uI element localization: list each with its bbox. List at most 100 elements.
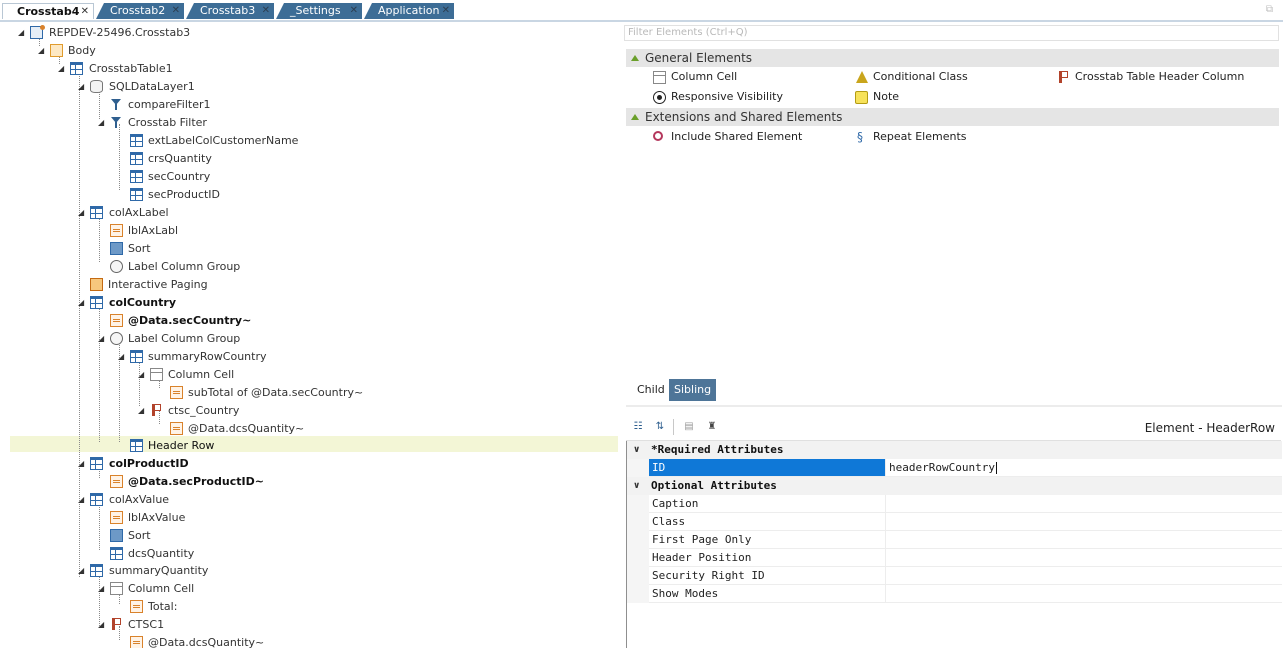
table-column-icon <box>130 188 143 201</box>
toolbox-item-label: Responsive Visibility <box>671 90 783 103</box>
property-value: headerRowCountry <box>889 461 995 474</box>
property-name: Header Position <box>649 549 885 567</box>
property-name: First Page Only <box>649 531 885 549</box>
tab-sibling[interactable]: Sibling <box>669 379 717 401</box>
section-label: Optional Attributes <box>651 479 777 492</box>
include-shared-icon <box>653 131 663 141</box>
property-value-input[interactable] <box>885 531 1282 549</box>
note-icon <box>855 91 868 104</box>
tree-node-label: summaryQuantity <box>109 564 209 577</box>
tree-node-label: dcsQuantity <box>128 547 195 560</box>
property-value-input[interactable] <box>885 567 1282 585</box>
tab-crosstab2[interactable]: Crosstab2 ✕ <box>96 3 184 19</box>
toolbox-item-label: Note <box>873 90 900 103</box>
label-icon <box>130 600 143 613</box>
tree-node-label: Label Column Group <box>128 332 241 345</box>
tab-crosstab3[interactable]: Crosstab3 ✕ <box>186 3 274 19</box>
collapse-arrow-icon[interactable]: ◢ <box>78 455 88 472</box>
toolbox-item-label: Crosstab Table Header Column <box>1075 70 1245 83</box>
conditional-class-icon <box>855 71 868 84</box>
group-icon <box>110 260 123 273</box>
collapse-arrow-icon[interactable]: ◢ <box>78 78 88 95</box>
table-column-icon <box>130 134 143 147</box>
property-row-first-page-only[interactable]: First Page Only <box>627 531 1282 549</box>
collapse-arrow-icon[interactable]: ◢ <box>78 491 88 508</box>
property-row-caption[interactable]: Caption <box>627 495 1282 513</box>
tree-node-label: extLabelColCustomerName <box>148 134 299 147</box>
tree-node-label: CTSC1 <box>128 618 165 631</box>
property-value-input[interactable] <box>885 549 1282 567</box>
column-cell-icon <box>150 368 163 381</box>
tab-application[interactable]: Application ✕ <box>364 3 454 19</box>
property-value-input[interactable]: headerRowCountry <box>885 459 1282 477</box>
tree-node-label: Sort <box>128 529 151 542</box>
window-restore-icon[interactable]: ⧉ <box>1266 4 1273 15</box>
tree-node-label: compareFilter1 <box>128 98 211 111</box>
table-icon <box>130 439 143 452</box>
collapse-arrow-icon[interactable]: ◢ <box>58 60 68 77</box>
tab-label: Crosstab3 <box>200 4 256 17</box>
property-row-class[interactable]: Class <box>627 513 1282 531</box>
tree-node-label: lblAxLabl <box>128 224 179 237</box>
collapse-arrow-icon[interactable]: ◢ <box>98 580 108 597</box>
section-label: *Required Attributes <box>651 443 784 456</box>
collapse-arrow-icon[interactable]: ◢ <box>38 42 48 59</box>
property-value-input[interactable] <box>885 585 1282 603</box>
collapse-arrow-icon[interactable]: ◢ <box>118 348 128 365</box>
expand-triangle-icon <box>631 55 639 61</box>
tab-settings[interactable]: _Settings ✕ <box>276 3 362 19</box>
collapse-arrow-icon[interactable]: ◢ <box>78 204 88 221</box>
collapse-chevron-icon[interactable]: ∨ <box>633 477 640 495</box>
tree-node-label: Sort <box>128 242 151 255</box>
property-row-id[interactable]: ID headerRowCountry <box>627 459 1282 477</box>
collapse-arrow-icon[interactable]: ◢ <box>138 366 148 383</box>
tab-crosstab4[interactable]: Crosstab4 ✕ <box>2 3 94 19</box>
header-column-icon <box>110 618 123 631</box>
tab-label: _Settings <box>290 4 341 17</box>
close-icon[interactable]: ✕ <box>350 3 358 19</box>
column-cell-icon <box>110 582 123 595</box>
tree-node-label: SQLDataLayer1 <box>109 80 195 93</box>
close-icon[interactable]: ✕ <box>81 4 89 20</box>
property-row-security-right-id[interactable]: Security Right ID <box>627 567 1282 585</box>
column-cell-icon <box>653 71 666 84</box>
element-title: Element - HeaderRow <box>1144 421 1275 435</box>
header-column-icon <box>1057 71 1070 84</box>
element-tree: ◢ REPDEV-25496.Crosstab3 ◢ Body ◢ CrosstabT… <box>0 22 622 648</box>
property-row-show-modes[interactable]: Show Modes <box>627 585 1282 603</box>
expand-triangle-icon <box>631 114 639 120</box>
table-column-icon <box>90 493 103 506</box>
optional-attributes-section[interactable]: ∨ Optional Attributes <box>627 477 1282 495</box>
table-column-icon <box>90 457 103 470</box>
filter-elements-input[interactable]: Filter Elements (Ctrl+Q) <box>624 25 1279 41</box>
table-icon <box>90 564 103 577</box>
collapse-arrow-icon[interactable]: ◢ <box>18 24 28 41</box>
wizard-icon[interactable]: ♜ <box>704 419 720 435</box>
tab-child[interactable]: Child <box>632 379 670 401</box>
tree-node-label: colAxLabel <box>109 206 169 219</box>
property-row-header-position[interactable]: Header Position <box>627 549 1282 567</box>
property-value-input[interactable] <box>885 495 1282 513</box>
close-icon[interactable]: ✕ <box>262 3 270 19</box>
tree-node-label: Interactive Paging <box>108 278 208 291</box>
collapse-arrow-icon[interactable]: ◢ <box>98 330 108 347</box>
collapse-arrow-icon[interactable]: ◢ <box>138 402 148 419</box>
tree-node-label: colAxValue <box>109 493 170 506</box>
collapse-arrow-icon[interactable]: ◢ <box>98 114 108 131</box>
categorized-view-icon[interactable]: ☷ <box>630 419 646 435</box>
collapse-chevron-icon[interactable]: ∨ <box>633 441 640 459</box>
report-icon <box>30 25 45 39</box>
property-pages-icon[interactable]: ▤ <box>681 419 697 435</box>
general-elements-header[interactable]: General Elements <box>626 49 1279 67</box>
collapse-arrow-icon[interactable]: ◢ <box>78 562 88 579</box>
required-attributes-section[interactable]: ∨ *Required Attributes <box>627 441 1282 459</box>
alphabetical-sort-icon[interactable]: ⇅ <box>652 419 668 435</box>
collapse-arrow-icon[interactable]: ◢ <box>78 294 88 311</box>
close-icon[interactable]: ✕ <box>172 3 180 19</box>
close-icon[interactable]: ✕ <box>442 3 450 19</box>
toolbox-item-label: Column Cell <box>671 70 738 83</box>
collapse-arrow-icon[interactable]: ◢ <box>98 616 108 633</box>
property-value-input[interactable] <box>885 513 1282 531</box>
header-column-icon <box>150 404 163 417</box>
extensions-header[interactable]: Extensions and Shared Elements <box>626 108 1279 126</box>
